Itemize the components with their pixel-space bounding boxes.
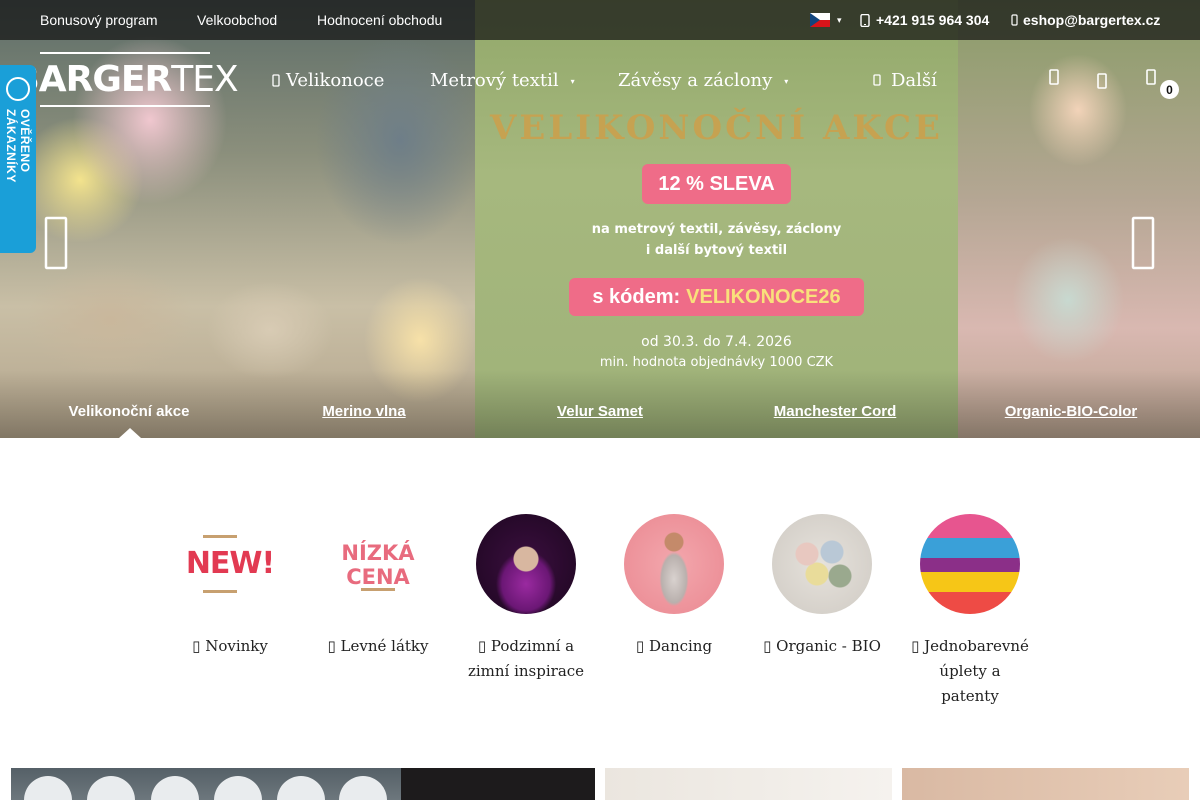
email-address: eshop@bargertex.cz [1023, 12, 1161, 28]
tag-icon: ▯ [477, 637, 487, 655]
email-link[interactable]: eshop@bargertex.cz [1011, 12, 1160, 28]
tag-icon: ▯ [635, 637, 645, 655]
tag-icon: ▯ [763, 637, 772, 655]
category-label: ▯ Novinky [192, 637, 268, 655]
category-label: ▯ Levné látky [327, 637, 429, 655]
promo-code-box: s kódem: VELIKONOCE26 [569, 278, 864, 316]
category-label: ▯ Organic - BIO [763, 637, 881, 655]
promo-dates: od 30.3. do 7.4. 2026 [641, 334, 792, 350]
slide-tab-velur-samet[interactable]: Velur Samet [482, 403, 718, 420]
egg-icon [272, 74, 280, 87]
category-podzimni-zimni-inspirace[interactable]: ▯ Podzimní a zimní inspirace [466, 514, 586, 684]
teaser-dots-decor [24, 776, 387, 800]
more-icon [873, 74, 881, 86]
category-label: ▯ Dancing [635, 637, 713, 655]
promo-code-value: VELIKONOCE26 [686, 285, 841, 308]
language-chevron-down-icon[interactable]: ▾ [837, 15, 842, 26]
tag-icon: ▯ [192, 637, 201, 655]
slide-tab-velikonocni-akce[interactable]: Velikonoční akce [11, 403, 247, 420]
phone-link[interactable]: +421 915 964 304 [860, 12, 989, 28]
promo-line-1: na metrový textil, závěsy, záclony [591, 222, 842, 237]
category-jednobarevne-uplety[interactable]: ▯ Jednobarevné úplety a patenty [910, 514, 1030, 709]
promo-title: VELIKONOČNÍ AKCE [490, 108, 943, 148]
new-badge-icon: NEW! [180, 514, 280, 614]
slide-tab-manchester-cord[interactable]: Manchester Cord [717, 403, 953, 420]
teaser-tile-1[interactable] [11, 768, 401, 800]
nav-item-dalsi[interactable]: Další [873, 70, 937, 91]
verified-customers-badge[interactable]: OVĚŘENO ZÁKAZNÍKY [0, 65, 36, 253]
category-levne-latky[interactable]: NÍZKÁ CENA ▯ Levné látky [318, 514, 438, 659]
user-icon[interactable] [1094, 71, 1118, 95]
phone-number: +421 915 964 304 [876, 12, 990, 28]
organic-bio-photo [772, 514, 872, 614]
tag-icon: ▯ [327, 637, 336, 655]
verified-seal-icon [6, 77, 30, 101]
verified-badge-text: OVĚŘENO ZÁKAZNÍKY [4, 109, 32, 183]
phone-icon [860, 14, 870, 27]
promo-min-order: min. hodnota objednávky 1000 CZK [599, 355, 834, 370]
nav-item-velikonoce[interactable]: Velikonoce [272, 70, 384, 91]
slide-tab-organic-bio-color[interactable]: Organic-BIO-Color [953, 403, 1189, 420]
bargertex-logo[interactable]: BARGER TEX [12, 52, 239, 107]
link-bonus-program[interactable]: Bonusový program [40, 12, 158, 28]
chevron-down-icon: ▾ [784, 76, 789, 86]
language-flag-icon[interactable] [810, 13, 830, 27]
autumn-winter-photo [476, 514, 576, 614]
tag-icon: ▯ [911, 637, 920, 655]
category-label: ▯ Podzimní a zimní inspirace [467, 637, 585, 680]
dancing-photo [624, 514, 724, 614]
low-price-badge-icon: NÍZKÁ CENA [341, 541, 415, 591]
link-wholesale[interactable]: Velkoobchod [197, 12, 277, 28]
active-tab-pointer [119, 428, 141, 438]
chevron-down-icon: ▾ [570, 76, 575, 86]
slider-prev-arrow-icon[interactable] [44, 216, 70, 270]
category-novinky[interactable]: NEW! ▯ Novinky [170, 514, 290, 659]
search-icon[interactable] [1046, 67, 1070, 91]
category-label: ▯ Jednobarevné úplety a patenty [911, 637, 1029, 705]
promo-line-2: i další bytový textil [645, 243, 788, 258]
nav-item-zavesy-zaclony[interactable]: Závěsy a záclony ▾ [618, 70, 788, 91]
teaser-tile-2[interactable] [401, 768, 595, 800]
link-shop-rating[interactable]: Hodnocení obchodu [317, 12, 442, 28]
promo-code-prefix: s kódem: [592, 285, 681, 308]
category-dancing[interactable]: ▯ Dancing [614, 514, 734, 659]
email-icon [1011, 14, 1018, 26]
slider-next-arrow-icon[interactable] [1131, 216, 1157, 270]
nav-item-metrovy-textil[interactable]: Metrový textil ▾ [430, 70, 575, 91]
top-bar: Bonusový program Velkoobchod Hodnocení o… [0, 0, 1200, 40]
category-organic-bio[interactable]: ▯ Organic - BIO [762, 514, 882, 659]
promo-discount-badge: 12 % SLEVA [642, 164, 791, 204]
teaser-tile-4[interactable] [902, 768, 1189, 800]
slide-tab-merino-vlna[interactable]: Merino vlna [246, 403, 482, 420]
teaser-tile-3[interactable] [605, 768, 892, 800]
colorful-fabrics-photo [920, 514, 1020, 614]
cart-count-badge: 0 [1160, 80, 1179, 99]
